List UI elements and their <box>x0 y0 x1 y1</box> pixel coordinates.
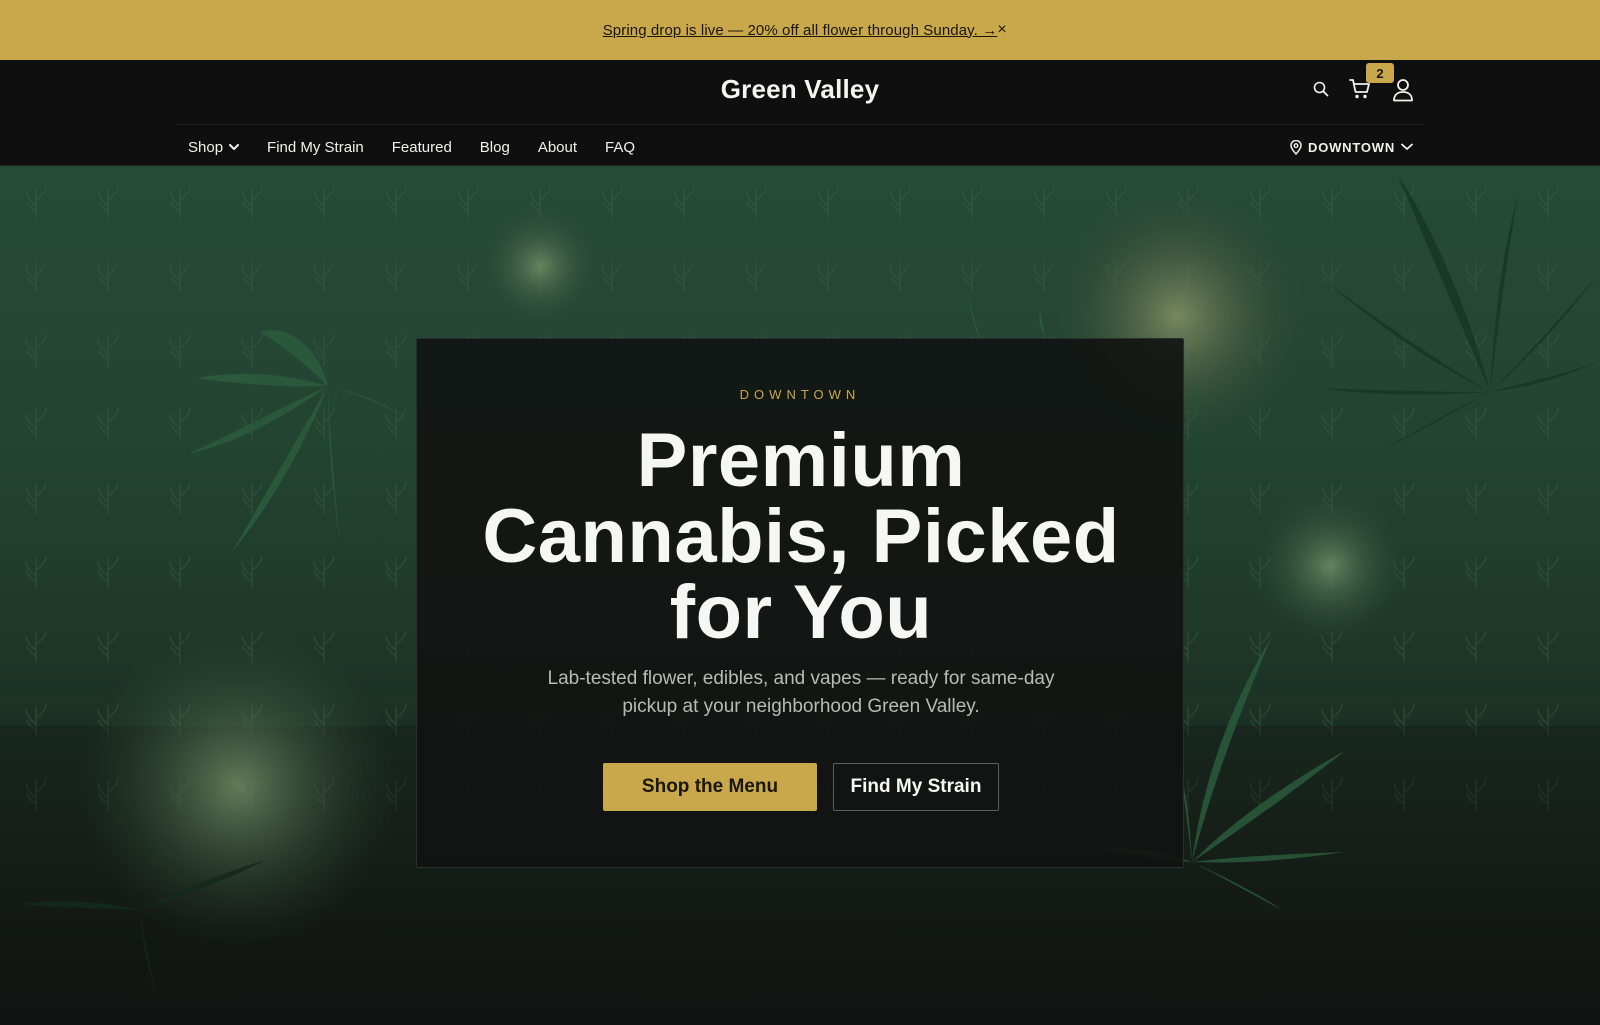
nav-item-faq[interactable]: FAQ <box>605 139 635 156</box>
location-pin-icon <box>1290 139 1302 155</box>
search-button[interactable] <box>1310 78 1332 100</box>
announcement-bar: Spring drop is live — 20% off all flower… <box>0 0 1600 60</box>
hero-section: DOWNTOWN Premium Cannabis, Picked for Yo… <box>0 166 1600 1025</box>
location-label: DOWNTOWN <box>1308 139 1396 155</box>
close-announcement-button[interactable]: × <box>992 19 1012 41</box>
close-icon: × <box>997 21 1007 38</box>
find-my-strain-button[interactable]: Find My Strain <box>833 763 999 811</box>
shop-the-menu-button[interactable]: Shop the Menu <box>603 763 817 811</box>
chevron-down-icon <box>229 143 240 150</box>
location-selector[interactable]: DOWNTOWN <box>1290 134 1413 160</box>
nav-item-label: Shop <box>188 138 224 156</box>
nav-item-find-my-strain[interactable]: Find My Strain <box>267 139 364 156</box>
header-divider <box>176 124 1424 125</box>
main-nav: Shop Find My Strain Featured Blog About … <box>188 134 663 160</box>
hero-subhead: Lab-tested flower, edibles, and vapes — … <box>547 668 1055 717</box>
hero-card: DOWNTOWN Premium Cannabis, Picked for Yo… <box>416 338 1184 868</box>
hero-eyebrow: DOWNTOWN <box>739 387 861 402</box>
nav-item-blog[interactable]: Blog <box>480 139 510 156</box>
hero-headline: Premium Cannabis, Picked for You <box>482 418 1120 655</box>
site-header: Green Valley 2 Shop Find My Strain Featu… <box>0 60 1600 166</box>
site-logo[interactable]: Green Valley <box>600 74 1000 105</box>
nav-item-featured[interactable]: Featured <box>392 139 452 156</box>
search-icon <box>1313 81 1329 97</box>
user-icon <box>1393 79 1413 102</box>
account-button[interactable] <box>1390 77 1416 103</box>
nav-item-about[interactable]: About <box>538 139 577 156</box>
nav-item-shop[interactable]: Shop <box>188 138 240 156</box>
chevron-down-icon <box>1401 143 1413 150</box>
announcement-link[interactable]: Spring drop is live — 20% off all flower… <box>603 22 998 39</box>
